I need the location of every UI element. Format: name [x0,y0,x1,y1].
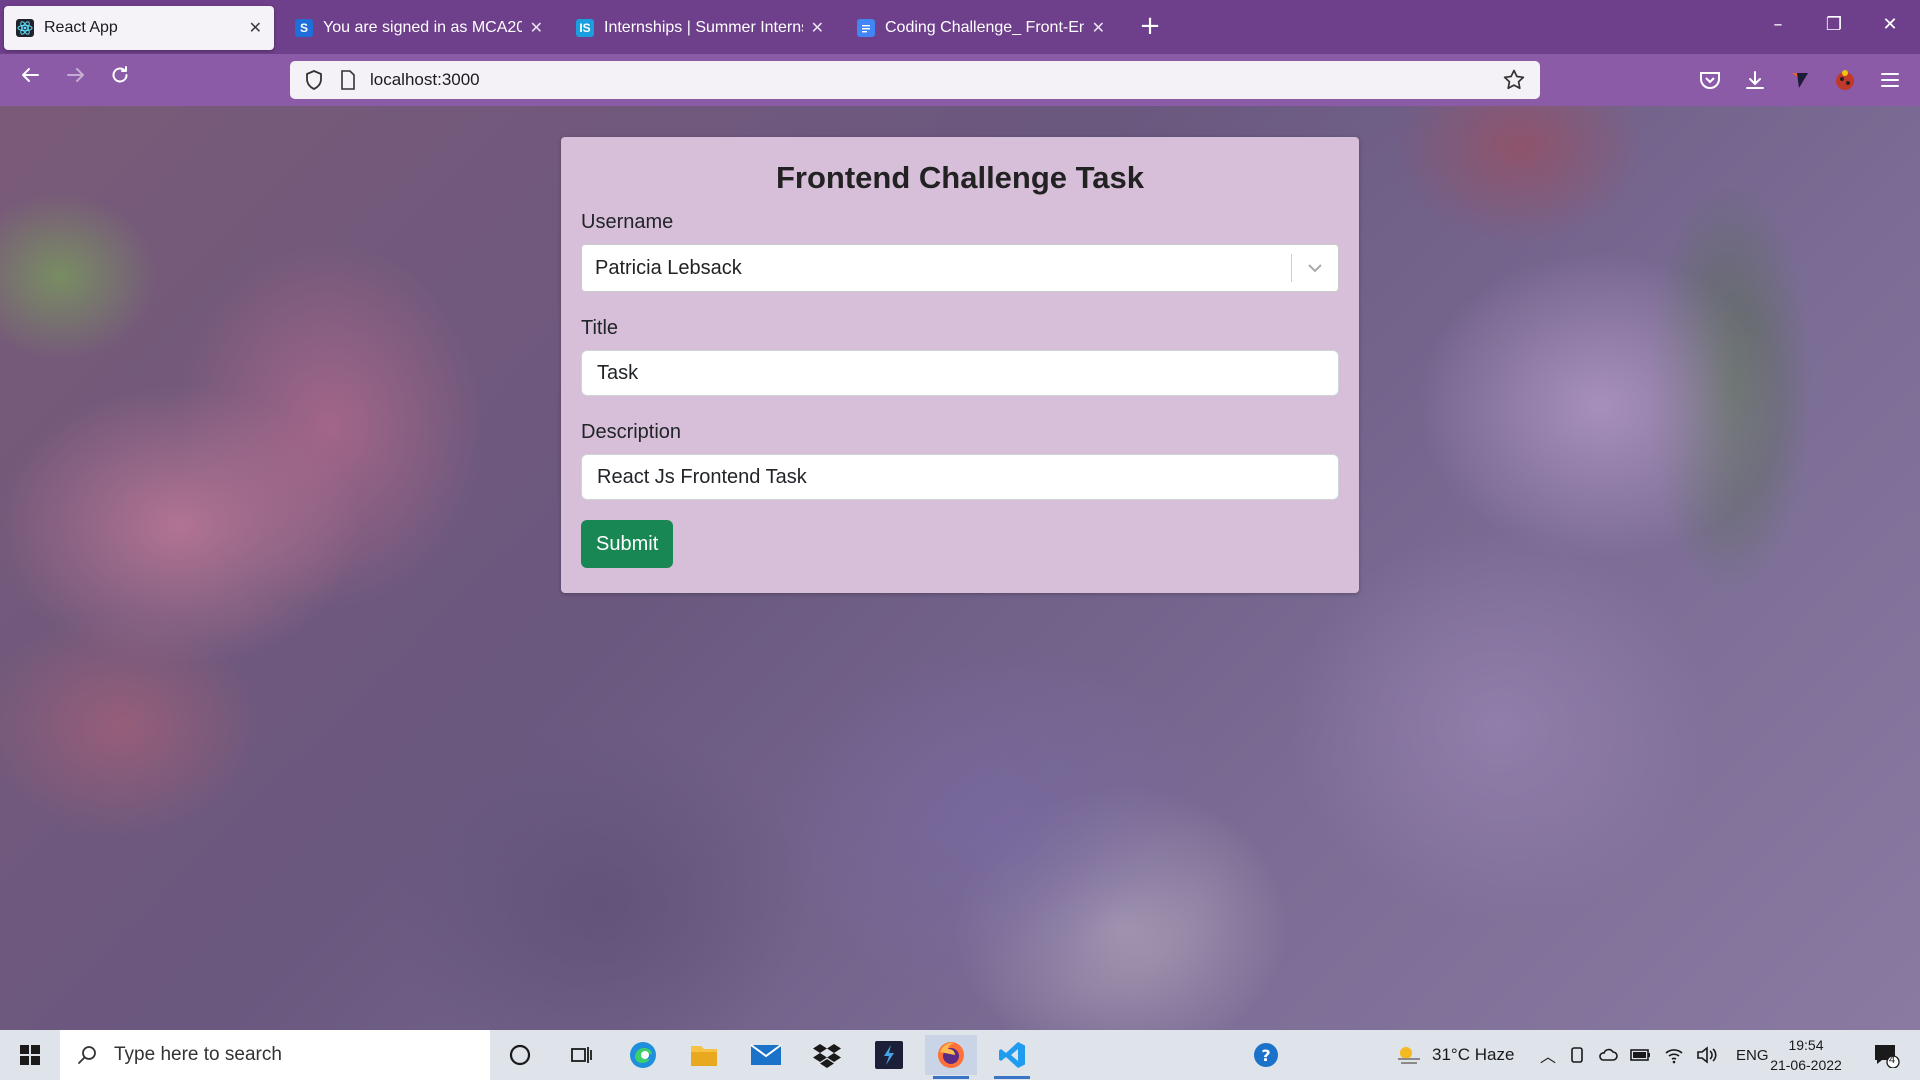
wifi-icon[interactable] [1664,1046,1684,1064]
close-tab-icon[interactable]: ✕ [530,18,543,38]
tray-icons: ︿ ENG [1540,1030,1769,1080]
close-tab-icon[interactable]: ✕ [1092,18,1105,38]
form-title: Frontend Challenge Task [775,160,1145,195]
bookmark-star-icon[interactable] [1502,68,1526,92]
clock[interactable]: 19:54 21-06-2022 [1756,1035,1856,1075]
s-logo-icon: S [295,19,313,37]
download-icon[interactable] [1741,66,1769,94]
page-info-icon[interactable] [340,70,356,90]
extension-arrow-icon[interactable] [1786,66,1814,94]
docs-icon [857,19,875,37]
internshala-icon: IS [576,19,594,37]
address-bar[interactable]: localhost:3000 [290,61,1540,99]
tab-label: React App [44,19,118,36]
windows-logo-icon [20,1045,40,1065]
device-icon[interactable] [1568,1046,1586,1064]
windows-start-button[interactable] [0,1030,60,1080]
restore-button[interactable]: ❐ [1814,10,1854,40]
extension-ladybug-icon[interactable] [1831,66,1859,94]
minimize-button[interactable]: – [1758,10,1798,40]
menu-icon[interactable] [1876,66,1904,94]
username-selected-value: Patricia Lebsack [595,256,742,279]
battery-icon[interactable] [1630,1048,1652,1062]
reload-button[interactable] [104,64,136,96]
clock-time: 19:54 [1788,1037,1824,1053]
tab-label: You are signed in as MCA20211 [323,19,522,36]
close-tab-icon[interactable]: ✕ [249,18,262,38]
browser-nav-bar: localhost:3000 [0,54,1920,106]
chevron-up-icon[interactable]: ︿ [1540,1043,1556,1067]
firefox-icon[interactable] [925,1035,977,1079]
close-window-button[interactable]: ✕ [1870,10,1910,40]
description-input[interactable]: React Js Frontend Task [581,454,1339,500]
search-placeholder: Type here to search [114,1044,282,1065]
reload-icon [112,66,128,83]
search-icon [78,1046,96,1064]
forward-button[interactable] [60,64,92,96]
forward-arrow-icon [67,68,84,82]
vscode-icon[interactable] [986,1035,1038,1079]
tab-label: Coding Challenge_ Front-End - ( [885,19,1084,36]
title-input[interactable]: Task [581,350,1339,396]
react-icon [16,19,34,37]
tab-signed-in[interactable]: S You are signed in as MCA20211 ✕ [283,6,555,50]
help-icon[interactable]: ? [1240,1035,1292,1075]
browser-tab-bar: React App ✕ S You are signed in as MCA20… [0,0,1920,54]
tab-internships[interactable]: IS Internships | Summer Internship ✕ [564,6,836,50]
cloud-icon[interactable] [1598,1046,1618,1064]
weather-text: 31°C Haze [1432,1045,1515,1064]
title-label: Title [581,317,619,339]
description-label: Description [581,421,682,443]
mail-icon[interactable] [740,1035,792,1075]
svg-text:?: ? [1261,1046,1270,1065]
volume-icon[interactable] [1696,1046,1718,1064]
pocket-icon[interactable] [1696,66,1724,94]
task-form-card: Frontend Challenge Task Username Patrici… [561,137,1359,593]
back-button[interactable] [14,64,46,96]
tab-label: Internships | Summer Internship [604,19,803,36]
weather-widget[interactable]: 31°C Haze [1396,1030,1514,1080]
weather-haze-icon [1398,1047,1420,1064]
edge-browser-icon[interactable] [617,1035,669,1075]
clock-date: 21-06-2022 [1770,1057,1842,1073]
new-tab-button[interactable]: + [1136,12,1164,40]
shield-icon[interactable] [304,69,324,91]
cortana-icon[interactable] [494,1035,546,1075]
file-explorer-icon[interactable] [678,1035,730,1075]
chevron-down-icon[interactable] [1292,263,1338,273]
task-view-icon[interactable] [555,1035,607,1075]
dropbox-icon[interactable] [801,1035,853,1075]
submit-button[interactable]: Submit [581,520,674,568]
username-label: Username [581,211,674,233]
url-text[interactable]: localhost:3000 [370,70,1502,90]
notification-count: 4 [1889,1054,1896,1066]
windows-taskbar: Type here to search ? 31°C Haze ︿ ENG 19… [0,1030,1920,1080]
notification-center-button[interactable]: 4 [1866,1030,1906,1080]
tab-react-app[interactable]: React App ✕ [4,6,274,50]
close-tab-icon[interactable]: ✕ [811,18,824,38]
back-arrow-icon [22,68,39,82]
notification-icon [1875,1045,1900,1068]
taskbar-search-box[interactable]: Type here to search [60,1030,490,1080]
tab-coding-challenge[interactable]: Coding Challenge_ Front-End - ( ✕ [845,6,1117,50]
app-dark-icon[interactable] [863,1035,915,1075]
username-select[interactable]: Patricia Lebsack [581,244,1339,292]
